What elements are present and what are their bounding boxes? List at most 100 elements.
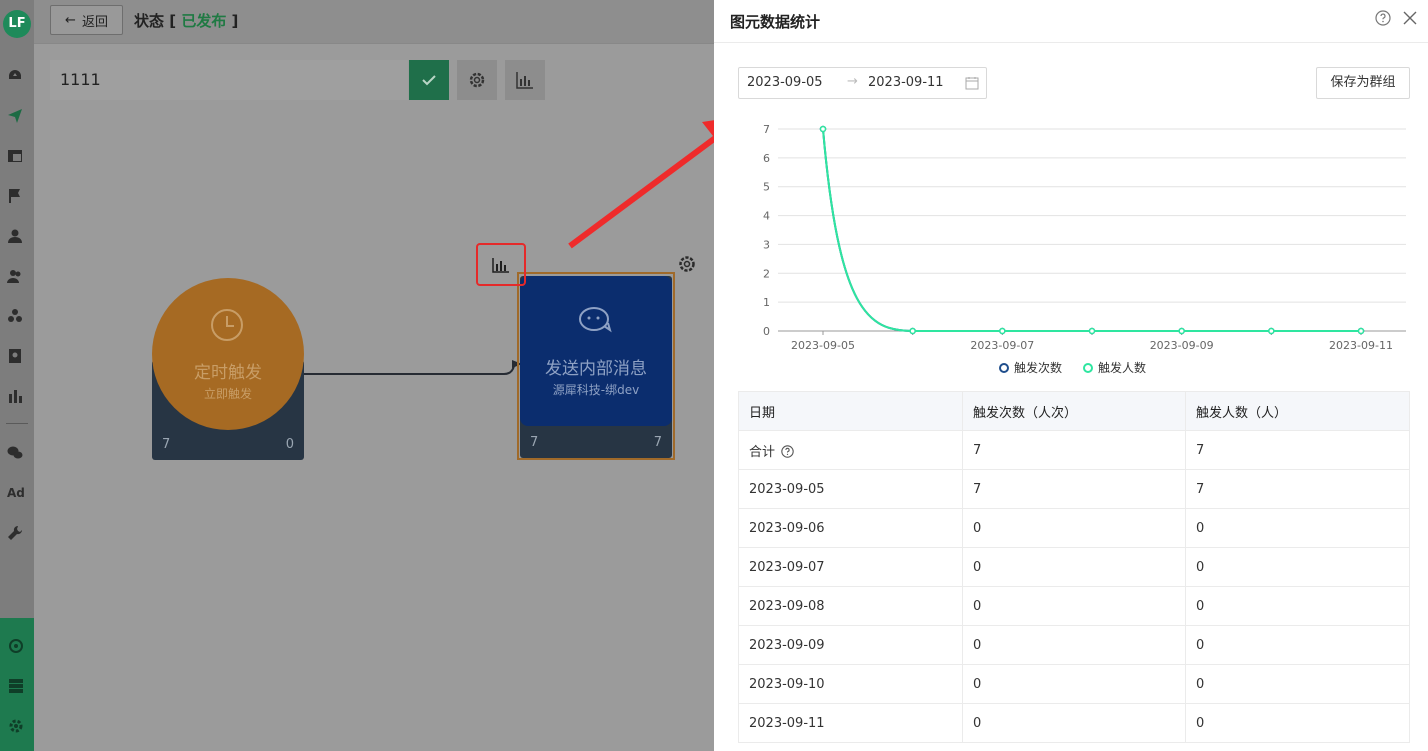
total-cell: 合计 (738, 430, 963, 470)
stats-button[interactable] (505, 60, 545, 100)
row-trigger-users: 0 (1185, 625, 1410, 665)
row-trigger-count: 7 (962, 469, 1186, 509)
series-point-1 (1357, 327, 1365, 335)
table-row: 2023-09-09 0 0 (738, 625, 1410, 665)
back-label: 返回 (81, 14, 108, 30)
table-row: 2023-09-06 0 0 (738, 508, 1410, 548)
message-node-title: 发送内部消息 (545, 359, 647, 379)
row-trigger-count: 0 (962, 703, 1186, 743)
message-count-right: 7 (653, 435, 662, 450)
flow-edge (304, 360, 522, 375)
settings-icon[interactable] (8, 718, 24, 734)
wrench-icon[interactable] (7, 525, 23, 541)
ad-icon[interactable]: Ad (7, 485, 25, 501)
status-value: 已发布 (181, 12, 227, 30)
timer-trigger-node[interactable]: 定时触发 立即触发 (152, 278, 304, 430)
row-date: 2023-09-05 (738, 469, 963, 509)
app-logo[interactable]: LF (3, 10, 31, 38)
row-trigger-count: 0 (962, 547, 1186, 587)
bar-chart-icon[interactable] (7, 388, 23, 404)
row-date: 2023-09-10 (738, 664, 963, 704)
bar-chart-icon (492, 257, 509, 273)
col-trigger-users: 触发人数（人） (1185, 391, 1410, 431)
group-icon[interactable] (7, 308, 23, 324)
x-tick-label: 2023-09-09 (1150, 339, 1214, 352)
series-line-1 (822, 128, 1361, 333)
close-icon[interactable] (1402, 10, 1418, 26)
table-row: 2023-09-08 0 0 (738, 586, 1410, 626)
legend-label-1: 触发人数 (1098, 360, 1146, 375)
check-icon (422, 75, 436, 86)
series-point-1 (909, 327, 916, 335)
contact-icon[interactable] (7, 348, 23, 364)
y-tick-label: 0 (763, 325, 770, 338)
audience-icon[interactable] (8, 638, 24, 654)
y-tick-label: 1 (763, 296, 770, 309)
row-date: 2023-09-06 (738, 508, 963, 548)
row-date: 2023-09-11 (738, 703, 963, 743)
total-trigger-users: 7 (1185, 430, 1410, 470)
table-row: 2023-09-10 0 0 (738, 664, 1410, 704)
save-as-group-button[interactable]: 保存为群组 (1316, 67, 1410, 99)
clock-icon (211, 309, 243, 341)
confirm-button[interactable] (409, 60, 449, 100)
table-total-row: 合计 7 7 (738, 430, 1410, 470)
row-trigger-users: 0 (1185, 508, 1410, 548)
message-node-subtitle: 源犀科技-绑dev (552, 383, 640, 397)
users-icon[interactable] (7, 268, 23, 284)
date-range-picker[interactable]: 2023-09-05 → 2023-09-11 (738, 67, 987, 99)
question-icon[interactable] (1375, 10, 1391, 26)
node-stats-button[interactable] (476, 243, 526, 286)
x-tick-label: 2023-09-05 (791, 339, 855, 352)
question-icon[interactable] (781, 444, 794, 458)
row-date: 2023-09-08 (738, 586, 963, 626)
row-date: 2023-09-09 (738, 625, 963, 665)
drawer-title: 图元数据统计 (730, 13, 821, 31)
user-icon[interactable] (7, 228, 23, 244)
timer-node-title: 定时触发 (194, 363, 262, 383)
dashboard-icon[interactable] (7, 68, 23, 84)
stats-table: 日期 触发次数（人次） 触发人数（人） 合计 7 7 2023-09-05 7 7 2… (738, 391, 1410, 743)
legend-label-0: 触发次数 (1014, 360, 1062, 375)
table-row: 2023-09-07 0 0 (738, 547, 1410, 587)
date-end[interactable]: 2023-09-11 (868, 75, 944, 90)
flag-icon[interactable] (7, 188, 23, 204)
send-icon[interactable] (7, 108, 23, 124)
series-point-1 (1178, 327, 1185, 335)
x-tick-label: 2023-09-07 (970, 339, 1034, 352)
chat-icon (579, 307, 612, 333)
row-trigger-count: 0 (962, 625, 1186, 665)
layout-icon[interactable] (7, 148, 23, 164)
col-trigger-count: 触发次数（人次） (962, 391, 1186, 431)
journey-name-input[interactable]: 1111 (50, 60, 408, 100)
trigger-line-chart: 0 1 2 3 4 5 6 7 2023-09-05 2023-09-07 2023-09-09 20… (763, 123, 1406, 375)
editor-header: ← 返回 状态 [ 已发布 ] (34, 0, 714, 44)
server-icon[interactable] (8, 678, 24, 694)
y-tick-label: 7 (763, 123, 770, 136)
send-message-node[interactable]: 发送内部消息 源犀科技-绑dev (520, 276, 672, 426)
row-trigger-users: 0 (1185, 586, 1410, 626)
row-trigger-count: 0 (962, 586, 1186, 626)
series-point-1 (1088, 327, 1096, 335)
date-start[interactable]: 2023-09-05 (747, 75, 823, 90)
calendar-icon (965, 77, 979, 90)
table-header-row: 日期 触发次数（人次） 触发人数（人） (738, 391, 1410, 431)
node-settings-icon[interactable] (677, 254, 697, 274)
legend-marker-1 (1083, 363, 1093, 373)
arrow-left-icon: ← (65, 12, 76, 28)
y-tick-label: 3 (763, 238, 770, 251)
timer-node-subtitle: 立即触发 (203, 387, 252, 401)
series-point-1 (999, 327, 1006, 335)
gear-icon (469, 72, 485, 88)
row-trigger-count: 0 (962, 508, 1186, 548)
series-line-0 (822, 128, 1361, 333)
drawer-header: 图元数据统计 (714, 0, 1428, 43)
row-date: 2023-09-07 (738, 547, 963, 587)
row-trigger-users: 0 (1185, 664, 1410, 704)
wechat-icon[interactable] (7, 445, 23, 461)
series-point-1 (1268, 327, 1275, 335)
settings-button[interactable] (457, 60, 497, 100)
bar-chart-icon (516, 72, 533, 89)
back-button[interactable]: ← 返回 (50, 5, 123, 35)
series-point-1 (819, 125, 827, 133)
